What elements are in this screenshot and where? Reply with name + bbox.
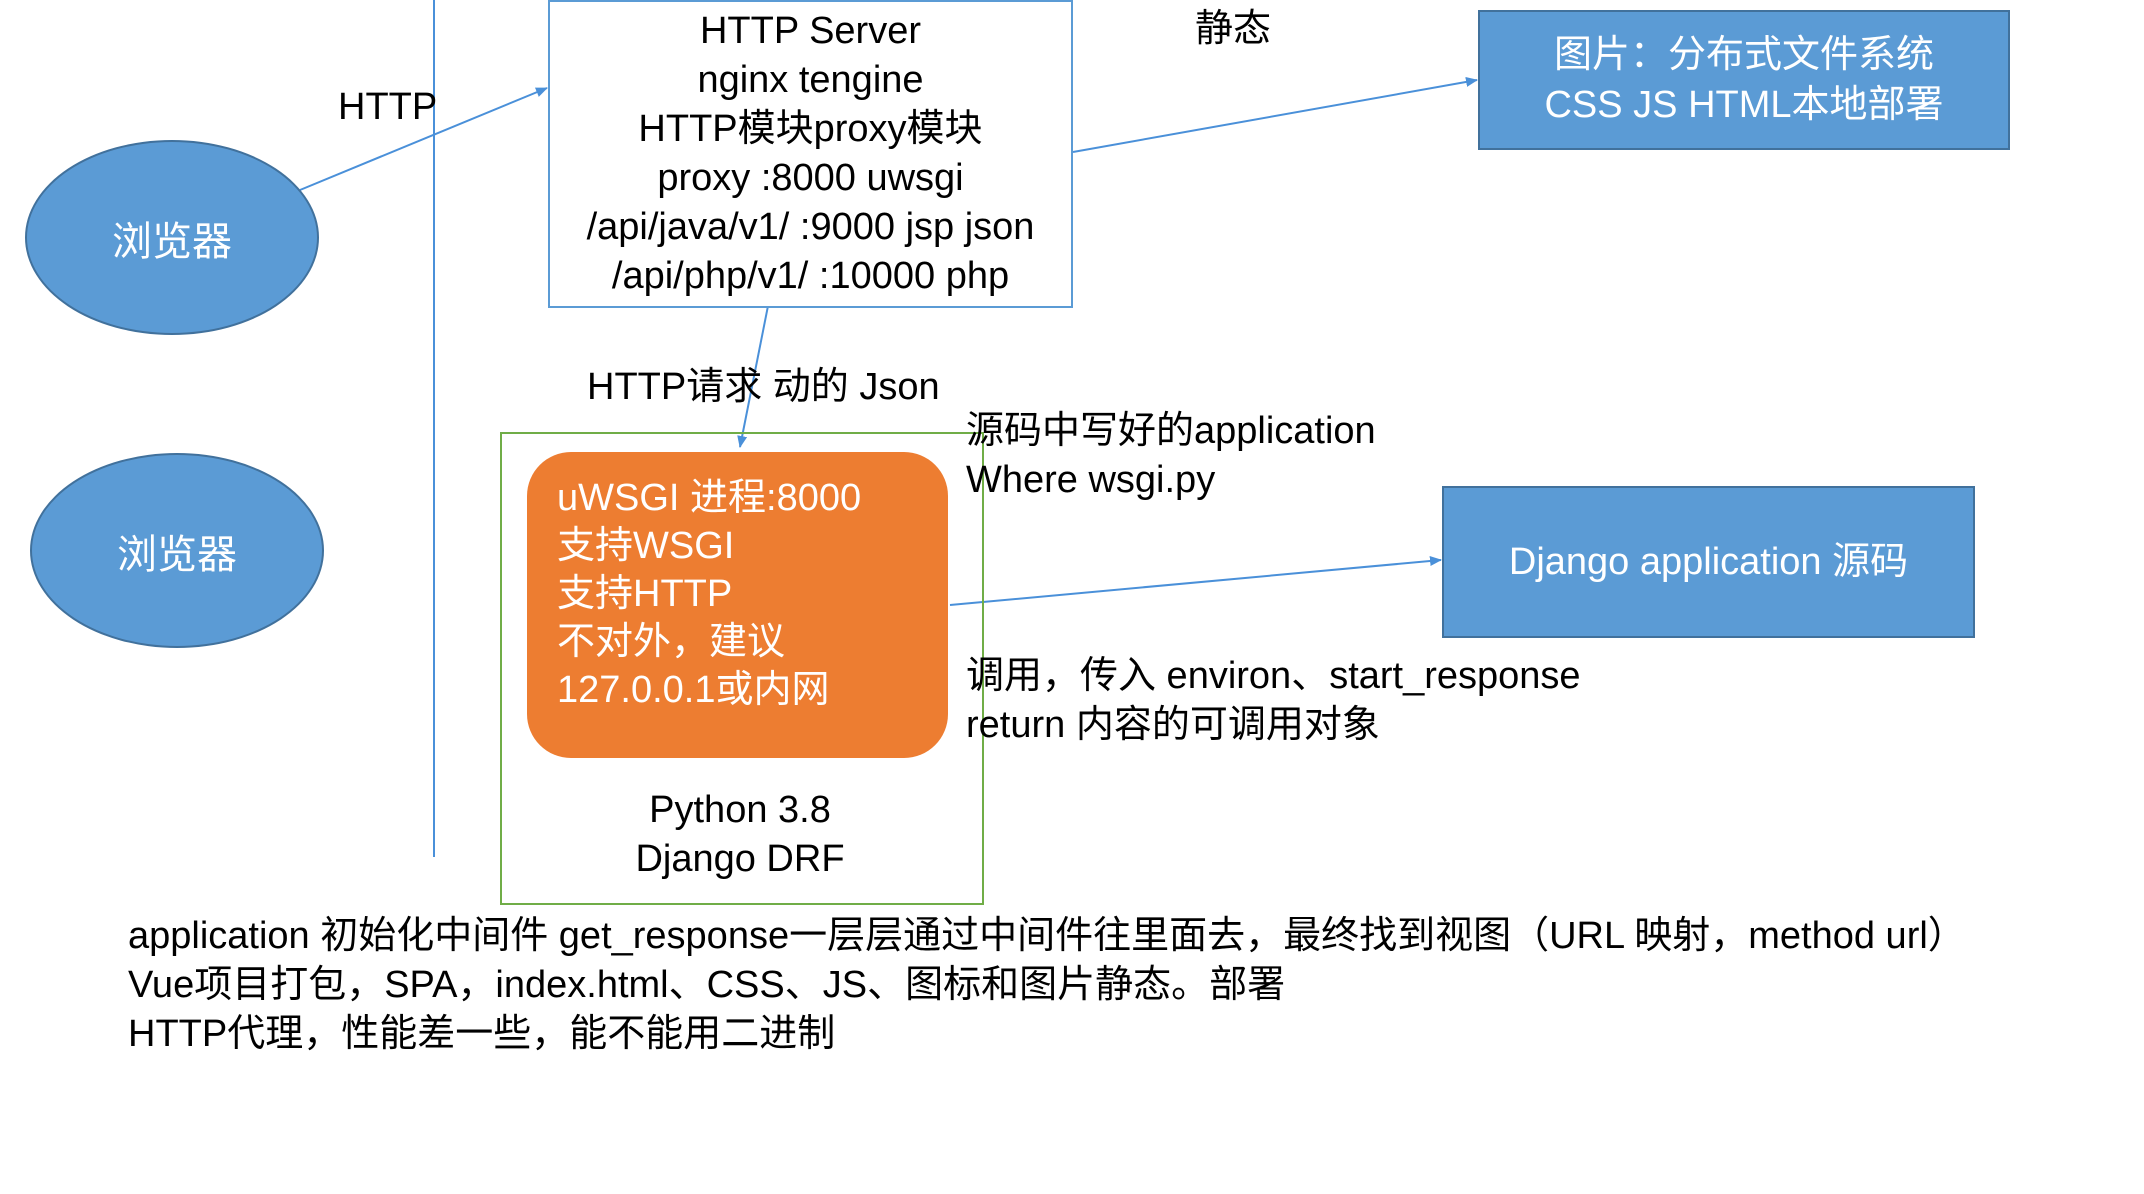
python-stack-label: Python 3.8 Django DRF [600, 786, 880, 884]
http-server-line: nginx tengine [697, 59, 924, 101]
note-line: application 初始化中间件 get_response一层层通过中间件往… [128, 915, 1966, 957]
http-server-line: /api/php/v1/ :10000 php [611, 255, 1010, 297]
django-application-box: Django application 源码 [1442, 486, 1975, 638]
diagram-canvas: 浏览器 浏览器 HTTP Server nginx tengine HTTP模块… [0, 0, 2144, 1194]
app-source-line: 源码中写好的application [966, 410, 1376, 452]
django-application-label: Django application 源码 [1508, 541, 1909, 583]
http-server-box: HTTP Server nginx tengine HTTP模块proxy模块 … [548, 0, 1073, 308]
uwsgi-line: 不对外，建议 [557, 621, 786, 663]
uwsgi-process-box: uWSGI 进程:8000 支持WSGI 支持HTTP 不对外，建议 127.0… [527, 452, 948, 758]
note-line: HTTP代理，性能差一些，能不能用二进制 [128, 1013, 836, 1055]
uwsgi-line: 支持WSGI [557, 525, 735, 567]
app-source-line: Where wsgi.py [966, 459, 1216, 501]
static-storage-line: 图片：分布式文件系统 [1553, 34, 1934, 76]
invoke-line: return 内容的可调用对象 [966, 704, 1380, 746]
app-source-label: 源码中写好的application Where wsgi.py [966, 407, 1376, 505]
http-server-line: HTTP模块proxy模块 [638, 108, 983, 150]
python-stack-line: Django DRF [635, 838, 845, 880]
server-to-static-arrow [1072, 77, 1478, 153]
http-server-line: proxy :8000 uwsgi [657, 157, 964, 199]
static-storage-line: CSS JS HTML本地部署 [1544, 84, 1944, 126]
static-label: 静态 [1195, 8, 1272, 50]
bottom-notes: application 初始化中间件 get_response一层层通过中间件往… [128, 912, 1966, 1059]
note-line: Vue项目打包，SPA，index.html、CSS、JS、图标和图片静态。部署 [128, 964, 1286, 1006]
invoke-line: 调用，传入 environ、start_response [966, 655, 1581, 697]
http-server-line: HTTP Server [699, 10, 921, 52]
uwsgi-to-django-arrow [949, 556, 1442, 606]
uwsgi-line: 支持HTTP [557, 573, 733, 615]
invoke-label: 调用，传入 environ、start_response return 内容的可… [966, 652, 1581, 750]
static-storage-box: 图片：分布式文件系统 CSS JS HTML本地部署 [1478, 10, 2010, 150]
python-stack-line: Python 3.8 [649, 789, 831, 831]
browser-node-top: 浏览器 [25, 140, 319, 335]
http-request-label: HTTP请求 动的 Json [587, 366, 940, 408]
uwsgi-line: 127.0.0.1或内网 [557, 669, 830, 711]
http-label: HTTP [338, 86, 438, 128]
browser-node-bottom: 浏览器 [30, 453, 324, 648]
http-server-line: /api/java/v1/ :9000 jsp json [586, 206, 1035, 248]
uwsgi-line: uWSGI 进程:8000 [557, 477, 862, 519]
